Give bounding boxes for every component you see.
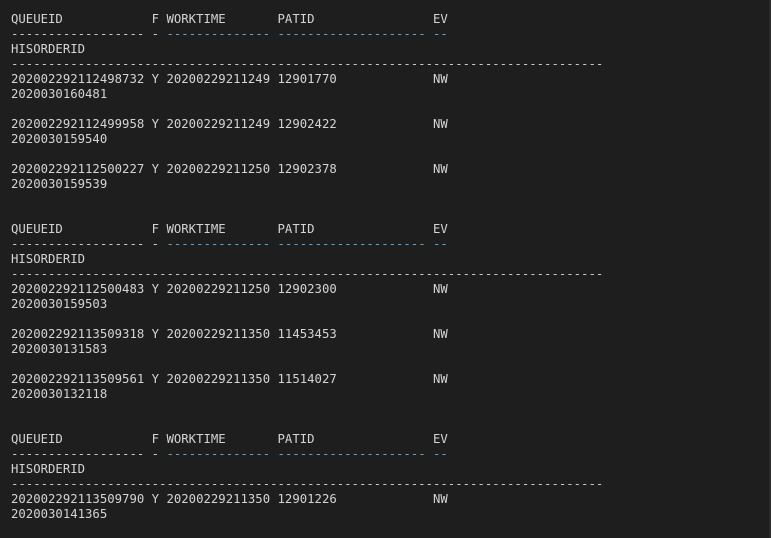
row-main-line: 202002292112500483 Y 20200229211250 1290…	[11, 282, 448, 296]
row-hisorderid: 2020030159540	[11, 132, 108, 146]
table-row[interactable]: 202002292113509790 Y 20200229211350 1290…	[11, 492, 771, 522]
separator-worktime: --------------	[166, 27, 278, 41]
separator-queueid: ------------------	[11, 27, 152, 41]
block-gap	[11, 402, 771, 432]
separator-ev: --	[433, 447, 448, 461]
separator-worktime: --------------	[166, 237, 278, 251]
column-separator-line: ------------------ - -------------- ----…	[11, 237, 771, 252]
row-hisorderid: 2020030131583	[11, 342, 108, 356]
separator-f: -	[151, 27, 167, 41]
separator-worktime: --------------	[166, 447, 278, 461]
terminal-output[interactable]: QUEUEID F WORKTIME PATID EV -------------…	[0, 0, 771, 538]
row-hisorderid: 2020030132118	[11, 387, 108, 401]
separator-queueid: ------------------	[11, 237, 152, 251]
separator-ev: --	[433, 237, 448, 251]
column-separator-line: ------------------ - -------------- ----…	[11, 27, 771, 42]
column-header-hisorderid: HISORDERID	[11, 462, 86, 476]
separator-patid: --------------------	[277, 237, 434, 251]
column-header-hisorderid: HISORDERID	[11, 252, 86, 266]
column-header-line: QUEUEID F WORKTIME PATID EV	[11, 222, 448, 236]
row-hisorderid: 2020030159539	[11, 177, 108, 191]
row-main-line: 202002292112498732 Y 20200229211249 1290…	[11, 72, 448, 86]
separator-hisorderid: ----------------------------------------…	[11, 267, 604, 281]
column-header-hisorderid: HISORDERID	[11, 42, 86, 56]
row-hisorderid: 2020030160481	[11, 87, 108, 101]
column-separator-line: ------------------ - -------------- ----…	[11, 447, 771, 462]
row-hisorderid: 2020030159503	[11, 297, 108, 311]
separator-queueid: ------------------	[11, 447, 152, 461]
separator-hisorderid: ----------------------------------------…	[11, 57, 604, 71]
column-header-line: QUEUEID F WORKTIME PATID EV	[11, 432, 448, 446]
separator-patid: --------------------	[277, 27, 434, 41]
row-main-line: 202002292113509790 Y 20200229211350 1290…	[11, 492, 448, 506]
row-gap	[11, 357, 771, 372]
table-row[interactable]: 202002292113509318 Y 20200229211350 1145…	[11, 327, 771, 357]
table-row[interactable]: 202002292113509561 Y 20200229211350 1151…	[11, 372, 771, 402]
separator-f: -	[151, 447, 167, 461]
block-gap	[11, 192, 771, 222]
separator-hisorderid: ----------------------------------------…	[11, 477, 604, 491]
table-row[interactable]: 202002292112500227 Y 20200229211250 1290…	[11, 162, 771, 192]
separator-patid: --------------------	[277, 447, 434, 461]
row-gap	[11, 147, 771, 162]
separator-ev: --	[433, 27, 448, 41]
separator-f: -	[151, 237, 167, 251]
row-gap	[11, 102, 771, 117]
row-gap	[11, 312, 771, 327]
table-row[interactable]: 202002292112499958 Y 20200229211249 1290…	[11, 117, 771, 147]
row-main-line: 202002292112500227 Y 20200229211250 1290…	[11, 162, 448, 176]
row-main-line: 202002292113509561 Y 20200229211350 1151…	[11, 372, 448, 386]
column-header-line: QUEUEID F WORKTIME PATID EV	[11, 12, 448, 26]
row-hisorderid: 2020030141365	[11, 507, 108, 521]
row-main-line: 202002292113509318 Y 20200229211350 1145…	[11, 327, 448, 341]
table-row[interactable]: 202002292112498732 Y 20200229211249 1290…	[11, 72, 771, 102]
table-row[interactable]: 202002292112500483 Y 20200229211250 1290…	[11, 282, 771, 312]
row-main-line: 202002292112499958 Y 20200229211249 1290…	[11, 117, 448, 131]
